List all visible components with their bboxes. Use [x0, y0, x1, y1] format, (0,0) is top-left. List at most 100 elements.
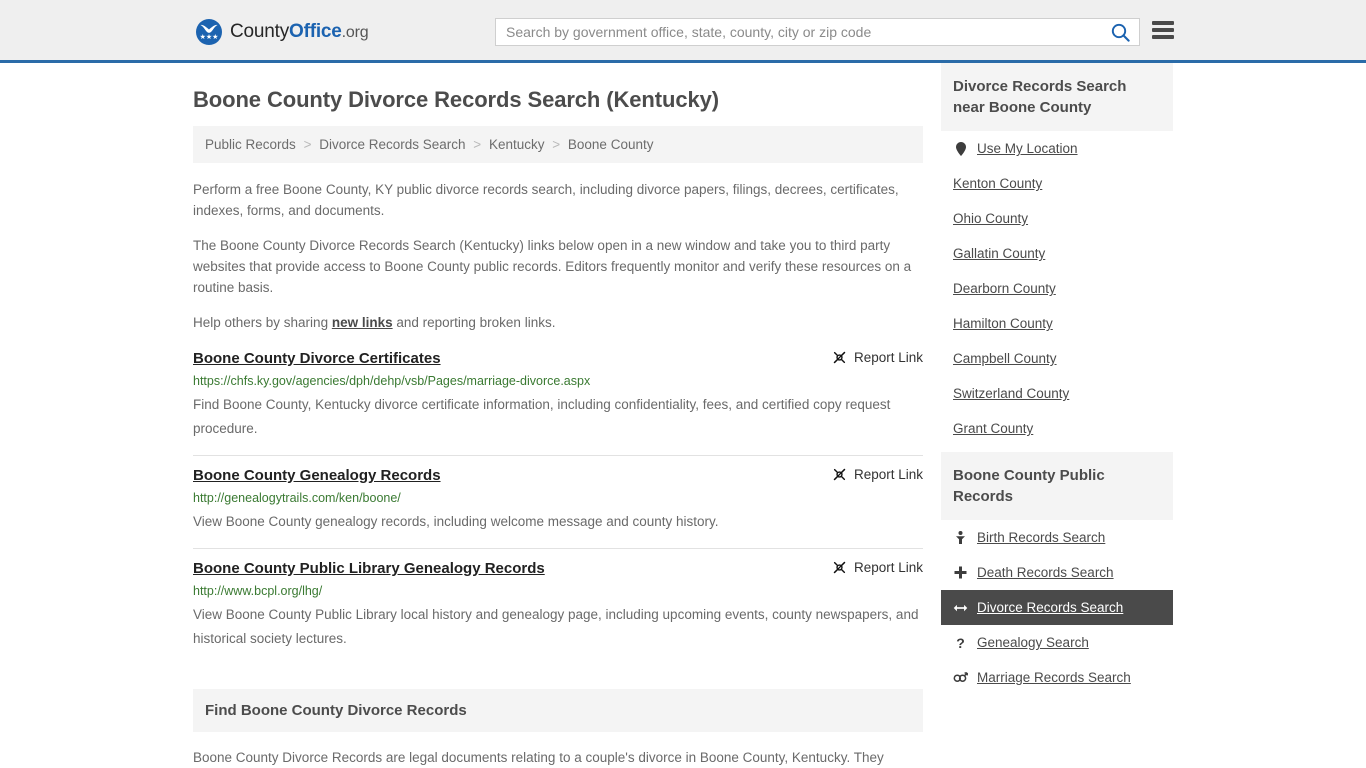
- site-logo-text: CountyOffice.org: [230, 21, 369, 43]
- result-url: http://genealogytrails.com/ken/boone/: [193, 491, 401, 505]
- list-item: Use My Location: [941, 131, 1173, 166]
- sidebar-item-label: Death Records Search: [977, 565, 1114, 580]
- page-title: Boone County Divorce Records Search (Ken…: [193, 87, 719, 112]
- search-input[interactable]: [496, 19, 1101, 45]
- list-item: Dearborn County: [941, 271, 1173, 306]
- county-office-emblem-icon: ★★★: [196, 19, 222, 45]
- intro-paragraph-3: Help others by sharing new links and rep…: [193, 312, 923, 333]
- list-item: Campbell County: [941, 341, 1173, 376]
- stars-icon: ★★★: [199, 34, 219, 41]
- result-url: http://www.bcpl.org/lhg/: [193, 584, 323, 598]
- hamburger-bar: [1152, 21, 1174, 25]
- public-records-heading: Boone County Public Records: [941, 452, 1173, 520]
- cross-icon: [953, 566, 968, 579]
- share-text-after: and reporting broken links.: [392, 315, 556, 330]
- sidebar-item-birth-records-search[interactable]: Birth Records Search: [941, 520, 1173, 555]
- result-description: Find Boone County, Kentucky divorce cert…: [193, 397, 891, 436]
- sidebar-county-hamilton[interactable]: Hamilton County: [941, 306, 1173, 341]
- nearby-county-list: Use My Location Kenton County Ohio Count…: [941, 131, 1173, 446]
- logo-word-office: Office: [289, 21, 342, 42]
- search-button[interactable]: [1101, 19, 1139, 45]
- report-link-label: Report Link: [853, 560, 923, 575]
- share-text-before: Help others by sharing: [193, 315, 332, 330]
- result-title-link[interactable]: Boone County Genealogy Records: [193, 466, 441, 486]
- eagle-icon: [200, 24, 218, 33]
- sidebar: Divorce Records Search near Boone County…: [941, 63, 1173, 768]
- broken-link-icon: [833, 351, 846, 364]
- hamburger-menu-icon[interactable]: [1152, 21, 1174, 39]
- county-label: Kenton County: [953, 176, 1043, 191]
- sidebar-county-switzerland[interactable]: Switzerland County: [941, 376, 1173, 411]
- breadcrumb-item-public-records[interactable]: Public Records: [205, 137, 296, 152]
- find-records-header: Find Boone County Divorce Records: [193, 689, 923, 732]
- report-link-button[interactable]: Report Link: [832, 349, 923, 365]
- hamburger-bar: [1152, 28, 1174, 32]
- use-my-location-link[interactable]: Use My Location: [941, 131, 1173, 166]
- hamburger-bar: [1152, 35, 1174, 39]
- sidebar-item-divorce-records-search[interactable]: Divorce Records Search: [941, 590, 1173, 625]
- list-item: Marriage Records Search: [941, 660, 1173, 695]
- nearby-divorce-records-box: Divorce Records Search near Boone County…: [941, 63, 1173, 446]
- new-links-link[interactable]: new links: [332, 315, 393, 330]
- report-link-button[interactable]: Report Link: [832, 559, 923, 575]
- list-item: ? Genealogy Search: [941, 625, 1173, 660]
- sidebar-county-campbell[interactable]: Campbell County: [941, 341, 1173, 376]
- map-pin-icon: [953, 141, 968, 156]
- intro-paragraph-2: The Boone County Divorce Records Search …: [193, 238, 912, 295]
- breadcrumb-item-kentucky[interactable]: Kentucky: [489, 137, 545, 152]
- male-female-glyph: [953, 671, 968, 682]
- sidebar-county-dearborn[interactable]: Dearborn County: [941, 271, 1173, 306]
- find-records-body: Boone County Divorce Records are legal d…: [193, 747, 923, 768]
- county-label: Hamilton County: [953, 316, 1053, 331]
- result-title-link[interactable]: Boone County Public Library Genealogy Re…: [193, 559, 545, 579]
- breadcrumb-separator: >: [552, 137, 561, 152]
- content-container: Boone County Divorce Records Search (Ken…: [193, 63, 1173, 768]
- result-item: Boone County Divorce Certificates Report: [193, 347, 923, 455]
- list-item: Divorce Records Search: [941, 590, 1173, 625]
- list-item: Ohio County: [941, 201, 1173, 236]
- nearby-heading: Divorce Records Search near Boone County: [941, 63, 1173, 131]
- breadcrumb: Public Records > Divorce Records Search …: [193, 126, 923, 163]
- male-female-symbols-icon: [953, 671, 968, 684]
- broken-link-icon: [833, 561, 846, 574]
- sidebar-item-marriage-records-search[interactable]: Marriage Records Search: [941, 660, 1173, 695]
- report-link-label: Report Link: [853, 350, 923, 365]
- list-item: Gallatin County: [941, 236, 1173, 271]
- result-header: Boone County Public Library Genealogy Re…: [193, 559, 923, 579]
- result-description: View Boone County genealogy records, inc…: [193, 514, 719, 529]
- site-logo[interactable]: ★★★ CountyOffice.org: [196, 19, 369, 45]
- breadcrumb-item-boone-county[interactable]: Boone County: [568, 137, 654, 152]
- intro-paragraph-1: Perform a free Boone County, KY public d…: [193, 182, 899, 218]
- logo-word-org: .org: [341, 24, 369, 41]
- list-item: Kenton County: [941, 166, 1173, 201]
- sidebar-item-label: Birth Records Search: [977, 530, 1106, 545]
- main-column: Boone County Divorce Records Search (Ken…: [193, 63, 923, 768]
- map-pin-glyph: [955, 141, 966, 156]
- sidebar-county-kenton[interactable]: Kenton County: [941, 166, 1173, 201]
- breadcrumb-separator: >: [473, 137, 482, 152]
- sidebar-item-genealogy-search[interactable]: ? Genealogy Search: [941, 625, 1173, 660]
- list-item: Hamilton County: [941, 306, 1173, 341]
- sidebar-item-label: Genealogy Search: [977, 635, 1089, 650]
- sidebar-item-label: Marriage Records Search: [977, 670, 1131, 685]
- sidebar-county-gallatin[interactable]: Gallatin County: [941, 236, 1173, 271]
- split-arrows-icon: [953, 603, 968, 613]
- sidebar-county-ohio[interactable]: Ohio County: [941, 201, 1173, 236]
- broken-link-icon: [833, 468, 846, 481]
- sidebar-item-death-records-search[interactable]: Death Records Search: [941, 555, 1173, 590]
- report-link-button[interactable]: Report Link: [832, 466, 923, 482]
- result-description: View Boone County Public Library local h…: [193, 607, 919, 646]
- results-list: Boone County Divorce Certificates Report: [193, 347, 923, 665]
- result-title-link[interactable]: Boone County Divorce Certificates: [193, 349, 441, 369]
- sidebar-county-grant[interactable]: Grant County: [941, 411, 1173, 446]
- baby-person-icon: [953, 530, 968, 545]
- list-item: Switzerland County: [941, 376, 1173, 411]
- search-icon: [1111, 23, 1130, 42]
- list-item: Birth Records Search: [941, 520, 1173, 555]
- result-url: https://chfs.ky.gov/agencies/dph/dehp/vs…: [193, 374, 591, 388]
- result-header: Boone County Divorce Certificates Report: [193, 349, 923, 369]
- cross-glyph: [954, 566, 967, 579]
- breadcrumb-item-divorce-records-search[interactable]: Divorce Records Search: [319, 137, 465, 152]
- report-link-label: Report Link: [853, 467, 923, 482]
- logo-word-county: County: [230, 21, 290, 42]
